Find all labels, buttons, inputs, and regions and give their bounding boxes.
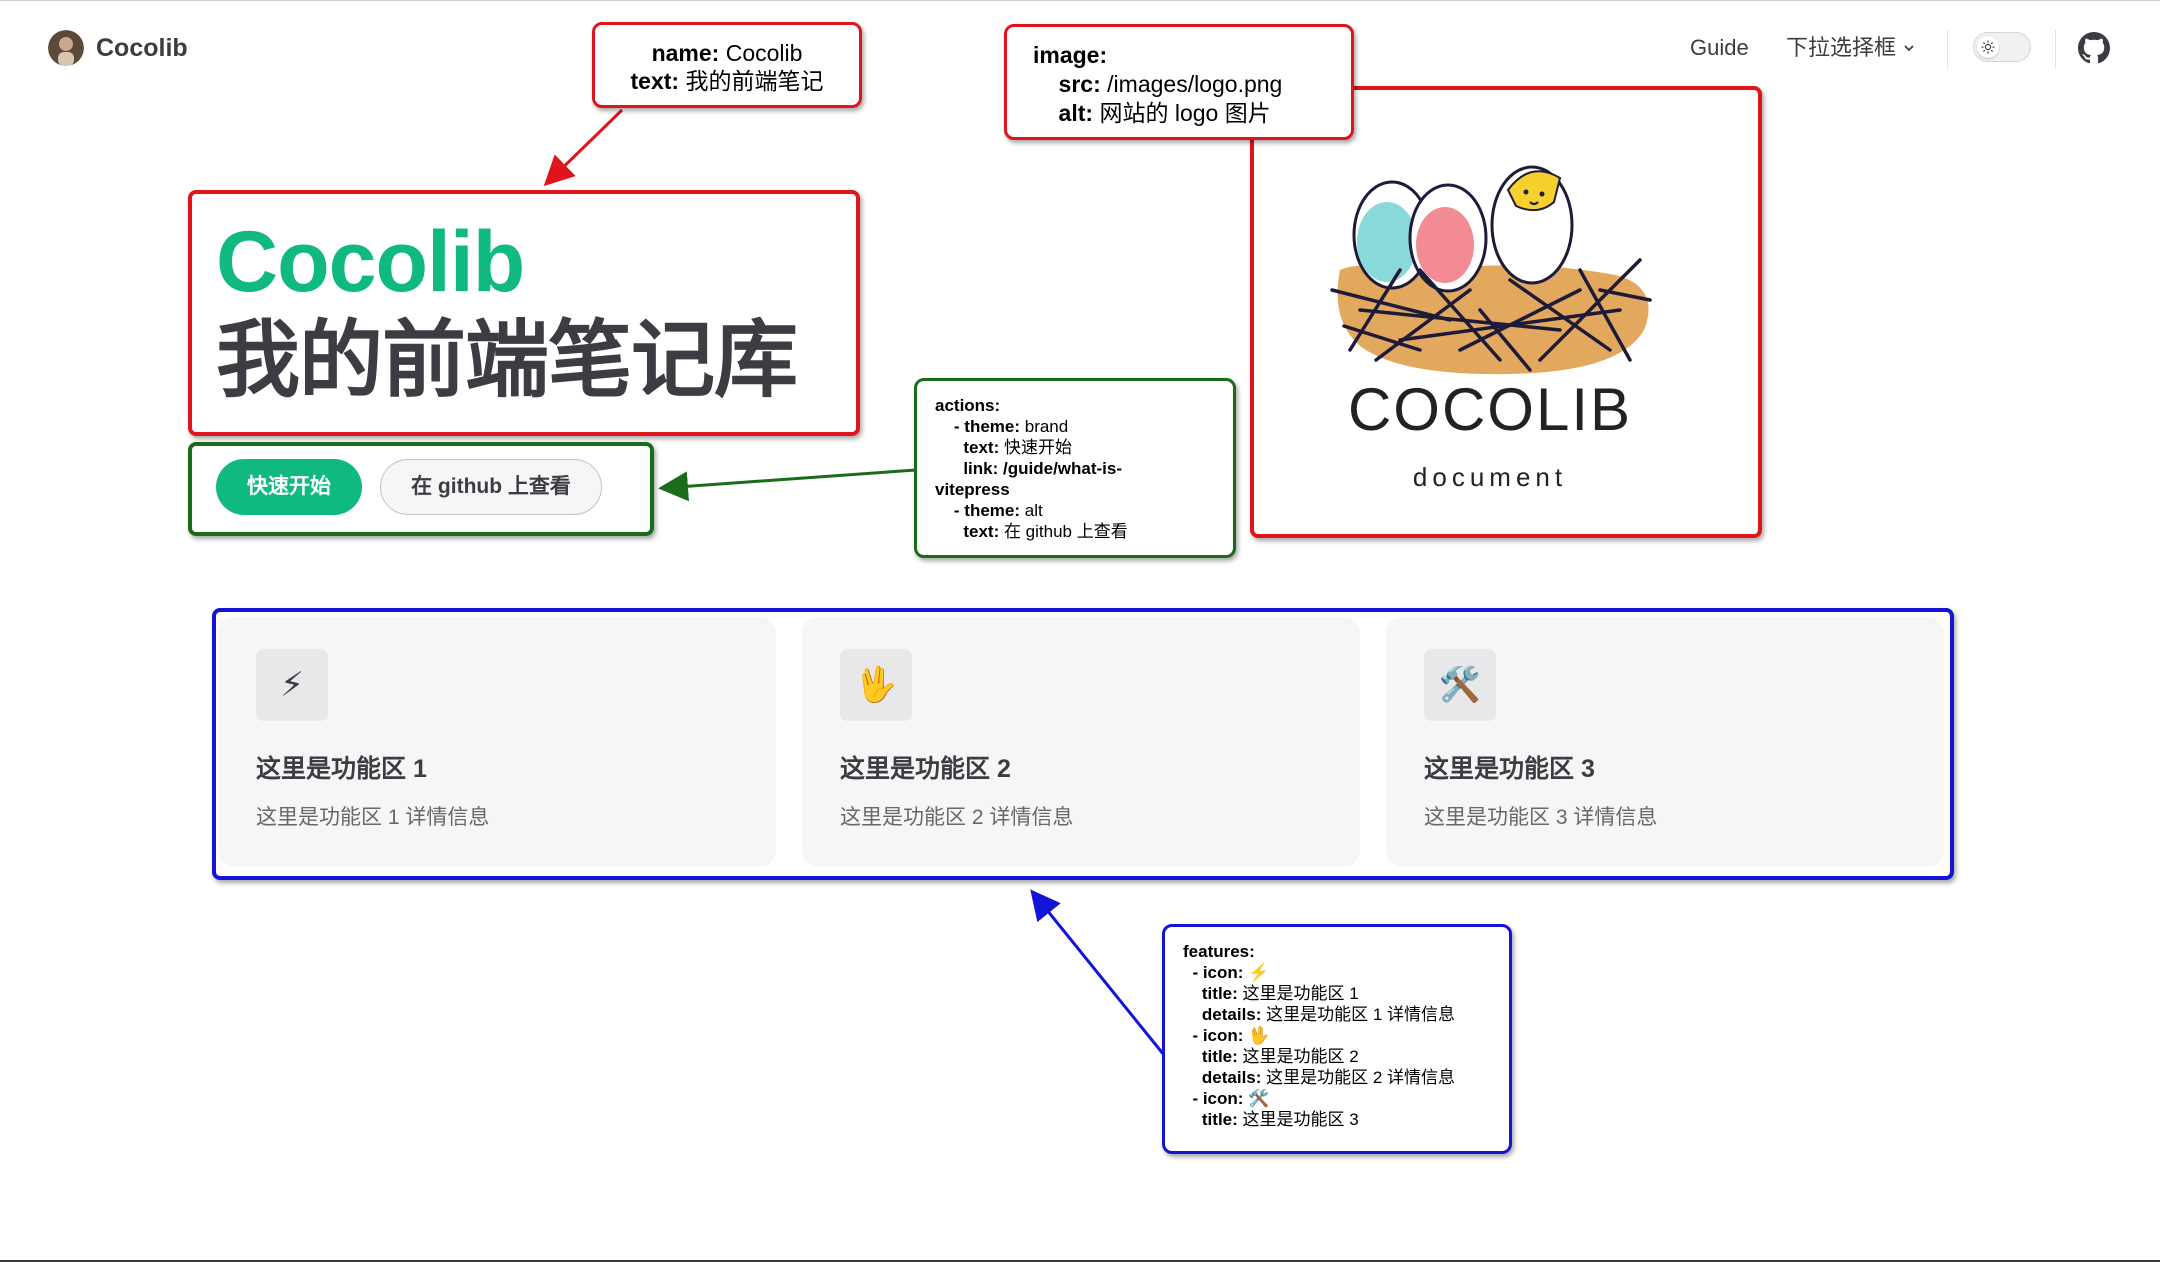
image-note: image: src: /images/logo.png alt: 网站的 lo… — [1004, 24, 1354, 140]
annotation-arrows — [543, 108, 1166, 1056]
name-text-note: name: Cocolib text: 我的前端笔记 — [592, 22, 862, 108]
features-note: features: - icon: ⚡️ title: 这里是功能区 1 det… — [1162, 924, 1512, 1154]
actions-note: actions: - theme: brand text: 快速开始 link:… — [914, 378, 1236, 558]
